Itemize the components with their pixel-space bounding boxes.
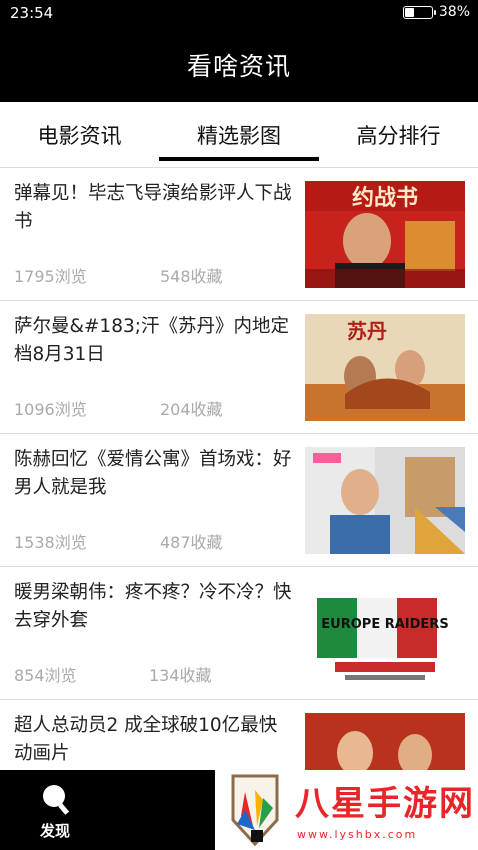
status-time: 23:54	[10, 4, 54, 22]
bottom-nav: 发现 八星手游网 www.lyshbx.com	[0, 770, 478, 850]
watermark-logo	[231, 774, 279, 847]
battery-fill	[404, 7, 414, 17]
tab-top-rated[interactable]: 高分排行	[319, 102, 478, 168]
thumb-text: 约战书	[352, 185, 418, 211]
item-favs: 204收藏	[160, 400, 223, 419]
item-title: 超人总动员2 成全球破10亿最快动画片	[14, 715, 278, 764]
nav-discover[interactable]: 发现	[20, 770, 90, 850]
item-views: 1538浏览	[14, 533, 87, 552]
watermark-text: 八星手游网	[295, 784, 475, 824]
app-header: 看啥资讯	[0, 28, 478, 102]
item-views: 1096浏览	[14, 400, 87, 419]
active-tab-indicator	[159, 157, 319, 161]
item-title: 暖男梁朝伟：疼不疼？冷不冷？快去穿外套	[14, 582, 292, 631]
item-favs: 548收藏	[160, 267, 223, 286]
thumb-text: 苏丹	[347, 319, 387, 343]
list-item[interactable]: 暖男梁朝伟：疼不疼？冷不冷？快去穿外套 854浏览 134收藏 EUROPE R…	[0, 567, 478, 700]
item-title: 萨尔曼&#183;汗《苏丹》内地定档8月31日	[14, 316, 289, 365]
list-item[interactable]: 萨尔曼&#183;汗《苏丹》内地定档8月31日 1096浏览 204收藏 苏丹	[0, 301, 478, 434]
status-bar: 23:54 38%	[0, 0, 478, 28]
watermark: 八星手游网 www.lyshbx.com	[215, 770, 478, 850]
item-thumbnail: EUROPE RAIDERS	[305, 580, 465, 687]
battery-percent: 38%	[438, 4, 470, 20]
page-title: 看啥资讯	[186, 52, 291, 81]
watermark-url: www.lyshbx.com	[297, 828, 418, 841]
list-item[interactable]: 弹幕见！毕志飞导演给影评人下战书 1795浏览 548收藏 约战书	[0, 168, 478, 301]
item-title: 弹幕见！毕志飞导演给影评人下战书	[14, 183, 292, 232]
battery-icon	[402, 5, 436, 19]
nav-discover-label: 发现	[39, 822, 70, 840]
item-thumbnail: 苏丹	[305, 314, 465, 421]
status-right: 38%	[402, 4, 470, 20]
thumb-text: EUROPE RAIDERS	[321, 617, 448, 632]
item-favs: 134收藏	[149, 666, 212, 685]
item-title: 陈赫回忆《爱情公寓》首场戏：好男人就是我	[14, 449, 292, 498]
item-views: 854浏览	[14, 666, 77, 685]
item-views: 1795浏览	[14, 267, 87, 286]
item-favs: 487收藏	[160, 533, 223, 552]
list-item[interactable]: 陈赫回忆《爱情公寓》首场戏：好男人就是我 1538浏览 487收藏	[0, 434, 478, 567]
item-thumbnail: 约战书	[305, 181, 465, 288]
item-thumbnail	[305, 447, 465, 554]
tab-movie-news[interactable]: 电影资讯	[0, 102, 159, 168]
search-icon	[43, 785, 70, 815]
